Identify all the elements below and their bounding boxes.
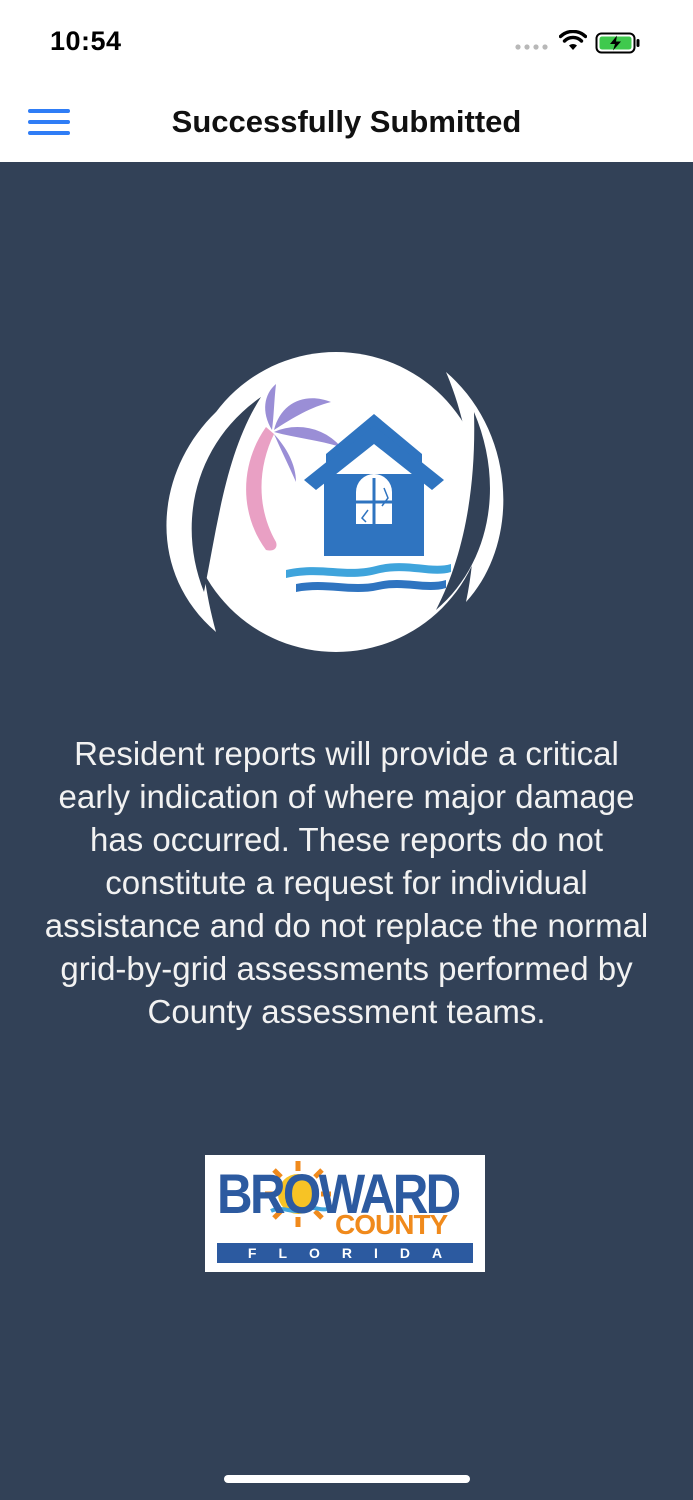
battery-charging-icon xyxy=(595,32,640,54)
house-hurricane-logo xyxy=(166,352,504,652)
main-content: Resident reports will provide a critical… xyxy=(0,162,693,1500)
status-icons xyxy=(515,30,665,56)
wifi-icon xyxy=(559,30,587,50)
disclaimer-text: Resident reports will provide a critical… xyxy=(44,735,649,1030)
broward-county-logo: BROWARD COUNTY FLORIDA xyxy=(205,1155,485,1272)
county-logo-county: COUNTY xyxy=(335,1209,448,1240)
status-time: 10:54 xyxy=(50,26,122,56)
page-title: Successfully Submitted xyxy=(171,104,522,139)
county-logo-florida-band: FLORIDA xyxy=(217,1243,473,1263)
nav-bar: Successfully Submitted xyxy=(0,84,693,162)
status-bar: 10:54 xyxy=(0,0,693,84)
home-indicator[interactable] xyxy=(224,1475,470,1483)
county-logo-florida: FLORIDA xyxy=(247,1245,465,1261)
signal-dots-icon xyxy=(515,44,548,50)
